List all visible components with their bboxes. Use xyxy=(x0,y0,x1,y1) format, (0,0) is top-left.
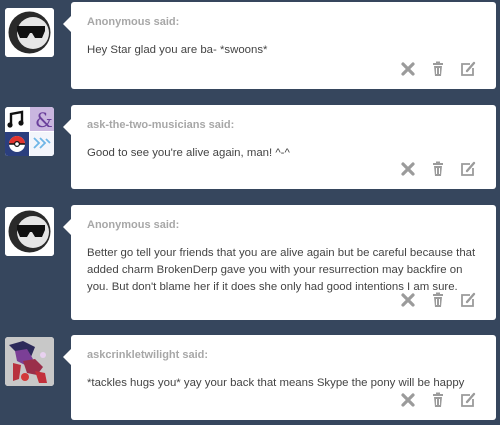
trash-icon[interactable] xyxy=(430,392,446,408)
anonymous-mask-icon xyxy=(5,207,54,256)
edit-icon[interactable] xyxy=(460,61,476,77)
asker-name[interactable]: Anonymous said: xyxy=(87,16,179,28)
asker-name[interactable]: ask-the-two-musicians said: xyxy=(87,119,234,131)
edit-icon[interactable] xyxy=(460,292,476,308)
question-text: Good to see you're alive again, man! ^-^ xyxy=(87,147,290,159)
ask-card: askcrinkletwilight said: *tackles hugs y… xyxy=(63,335,496,420)
ask-actions xyxy=(400,61,476,77)
askcrinkletwilight-avatar[interactable] xyxy=(5,337,54,386)
ask-actions xyxy=(400,392,476,408)
edit-icon[interactable] xyxy=(460,161,476,177)
question-text: Hey Star glad you are ba- *swoons* xyxy=(87,44,268,56)
delete-icon[interactable] xyxy=(400,292,416,308)
musicians-avatar[interactable]: & xyxy=(5,107,54,156)
ask-actions xyxy=(400,161,476,177)
trash-icon[interactable] xyxy=(430,161,446,177)
edit-icon[interactable] xyxy=(460,392,476,408)
musicians-collage-icon: & xyxy=(5,107,54,156)
trash-icon[interactable] xyxy=(430,292,446,308)
svg-text:&: & xyxy=(35,108,53,132)
trash-icon[interactable] xyxy=(430,61,446,77)
ask-card: ask-the-two-musicians said: Good to see … xyxy=(63,105,496,189)
ask-card: Anonymous said: Hey Star glad you are ba… xyxy=(63,2,496,89)
question-text: *tackles hugs you* yay your back that me… xyxy=(87,377,465,389)
asker-name[interactable]: Anonymous said: xyxy=(87,219,179,231)
anonymous-mask-icon xyxy=(5,8,54,57)
ask-card: Anonymous said: Better go tell your frie… xyxy=(63,205,496,320)
question-text: Better go tell your friends that you are… xyxy=(87,247,476,293)
anonymous-avatar[interactable] xyxy=(5,207,54,256)
asker-name[interactable]: askcrinkletwilight said: xyxy=(87,349,208,361)
delete-icon[interactable] xyxy=(400,61,416,77)
anonymous-avatar[interactable] xyxy=(5,8,54,57)
pony-avatar-icon xyxy=(5,337,54,386)
delete-icon[interactable] xyxy=(400,161,416,177)
ask-actions xyxy=(400,292,476,308)
delete-icon[interactable] xyxy=(400,392,416,408)
